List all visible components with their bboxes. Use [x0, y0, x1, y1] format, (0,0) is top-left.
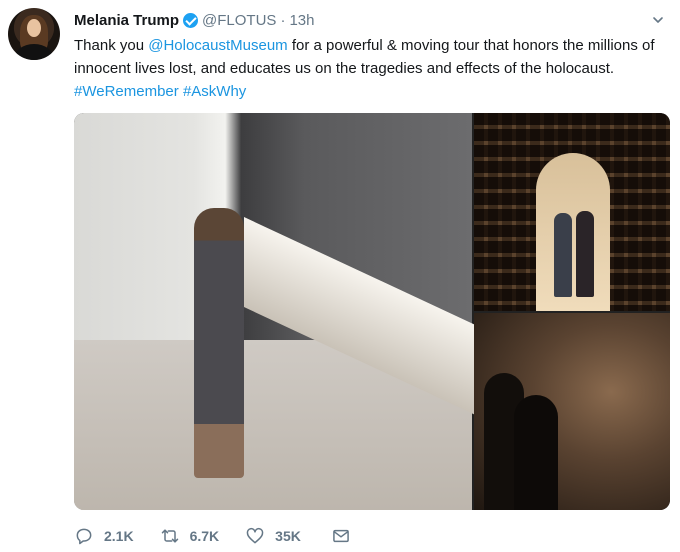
timestamp[interactable]: 13h — [289, 12, 314, 29]
avatar[interactable] — [8, 8, 60, 60]
tweet-text-part1: Thank you — [74, 37, 149, 54]
direct-message-icon — [333, 529, 349, 543]
reply-count: 2.1K — [104, 528, 134, 544]
tweet-actions: 2.1K 6.7K 35K — [74, 524, 377, 548]
retweet-icon — [161, 529, 178, 543]
author-handle[interactable]: @FLOTUS — [202, 12, 276, 29]
mention-link[interactable]: @HolocaustMuseum — [148, 37, 287, 54]
reply-button[interactable]: 2.1K — [74, 526, 134, 546]
reply-icon — [76, 528, 92, 545]
media-grid — [74, 113, 670, 510]
photo-top-right-figure-2 — [576, 211, 594, 297]
photo-bottom-right-silhouette-2 — [514, 395, 558, 510]
avatar-face — [27, 19, 41, 37]
hashtag-link-askwhy[interactable]: #AskWhy — [183, 83, 246, 100]
like-button[interactable]: 35K — [245, 526, 301, 546]
direct-message-button[interactable] — [331, 526, 351, 546]
verified-badge-icon — [183, 12, 199, 28]
photo-top-right[interactable] — [474, 113, 670, 311]
like-icon — [246, 527, 264, 544]
tweet-header: Melania Trump @FLOTUS · 13h — [74, 10, 314, 30]
chevron-down-icon[interactable] — [652, 14, 664, 26]
retweet-button[interactable]: 6.7K — [160, 526, 220, 546]
author-name[interactable]: Melania Trump — [74, 12, 179, 29]
photo-top-right-archway — [536, 153, 610, 311]
photo-main[interactable] — [74, 113, 484, 510]
photo-main-figure — [194, 208, 244, 478]
tweet: Melania Trump @FLOTUS · 13h Thank you @H… — [0, 0, 680, 552]
like-count: 35K — [275, 528, 301, 544]
hashtag-link-weremember[interactable]: #WeRemember — [74, 83, 179, 100]
separator-dot: · — [280, 11, 286, 29]
photo-top-right-figure-1 — [554, 213, 572, 297]
retweet-count: 6.7K — [189, 528, 220, 544]
tweet-text: Thank you @HolocaustMuseum for a powerfu… — [74, 34, 670, 103]
photo-bottom-right[interactable] — [474, 313, 670, 510]
